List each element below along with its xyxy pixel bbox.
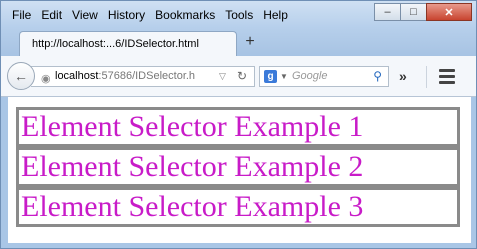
menu-item-edit[interactable]: Edit [36, 7, 67, 23]
example-text-1: Element Selector Example 1 [21, 110, 364, 143]
example-box-2: Element Selector Example 2 [16, 147, 460, 187]
new-tab-button[interactable]: + [241, 34, 259, 50]
minimize-button[interactable]: – [374, 3, 401, 21]
navigation-bar: ◉ localhost:57686/IDSelector.h ▽ ↻ ← g ▼… [1, 56, 476, 97]
search-input[interactable]: g ▼ Google ⚲ [259, 66, 389, 87]
example-text-3: Element Selector Example 3 [21, 190, 364, 223]
globe-icon: ◉ [41, 73, 51, 85]
browser-window: File Edit View History Bookmarks Tools H… [0, 0, 477, 249]
back-arrow-icon: ← [14, 68, 28, 84]
search-icon[interactable]: ⚲ [373, 67, 382, 86]
example-box-1: Element Selector Example 1 [16, 107, 460, 147]
maximize-button[interactable]: □ [400, 3, 427, 21]
back-button[interactable]: ← [7, 62, 35, 90]
menu-item-view[interactable]: View [67, 7, 103, 23]
window-controls: – □ ✕ [374, 3, 472, 21]
menu: File Edit View History Bookmarks Tools H… [7, 7, 293, 23]
tab-idselector[interactable]: http://localhost:...6/IDSelector.html [19, 31, 237, 56]
menu-item-help[interactable]: Help [258, 7, 293, 23]
url-host: localhost [55, 70, 99, 82]
google-engine-icon[interactable]: g [264, 70, 277, 83]
reload-icon[interactable]: ↻ [237, 67, 247, 86]
menu-item-tools[interactable]: Tools [220, 7, 258, 23]
example-box-3: Element Selector Example 3 [16, 187, 460, 227]
page-content: Element Selector Example 1 Element Selec… [8, 97, 471, 243]
url-dropdown-icon[interactable]: ▽ [219, 67, 226, 86]
url-text: localhost:57686/IDSelector.h [55, 67, 195, 86]
menu-bar: File Edit View History Bookmarks Tools H… [1, 1, 476, 28]
tab-strip: http://localhost:...6/IDSelector.html + [1, 28, 476, 56]
menu-item-file[interactable]: File [7, 7, 36, 23]
close-button[interactable]: ✕ [426, 3, 472, 21]
example-text-2: Element Selector Example 2 [21, 150, 364, 183]
overflow-chevron-icon[interactable]: » [399, 68, 407, 84]
url-bar[interactable]: ◉ localhost:57686/IDSelector.h ▽ ↻ [31, 66, 255, 87]
url-path: :57686/IDSelector.h [98, 70, 196, 82]
menu-hamburger-icon[interactable] [439, 69, 455, 87]
toolbar-divider [426, 66, 427, 88]
search-placeholder: Google [292, 70, 328, 82]
search-engine-dropdown-icon[interactable]: ▼ [280, 67, 288, 86]
menu-item-history[interactable]: History [103, 7, 150, 23]
menu-item-bookmarks[interactable]: Bookmarks [150, 7, 220, 23]
